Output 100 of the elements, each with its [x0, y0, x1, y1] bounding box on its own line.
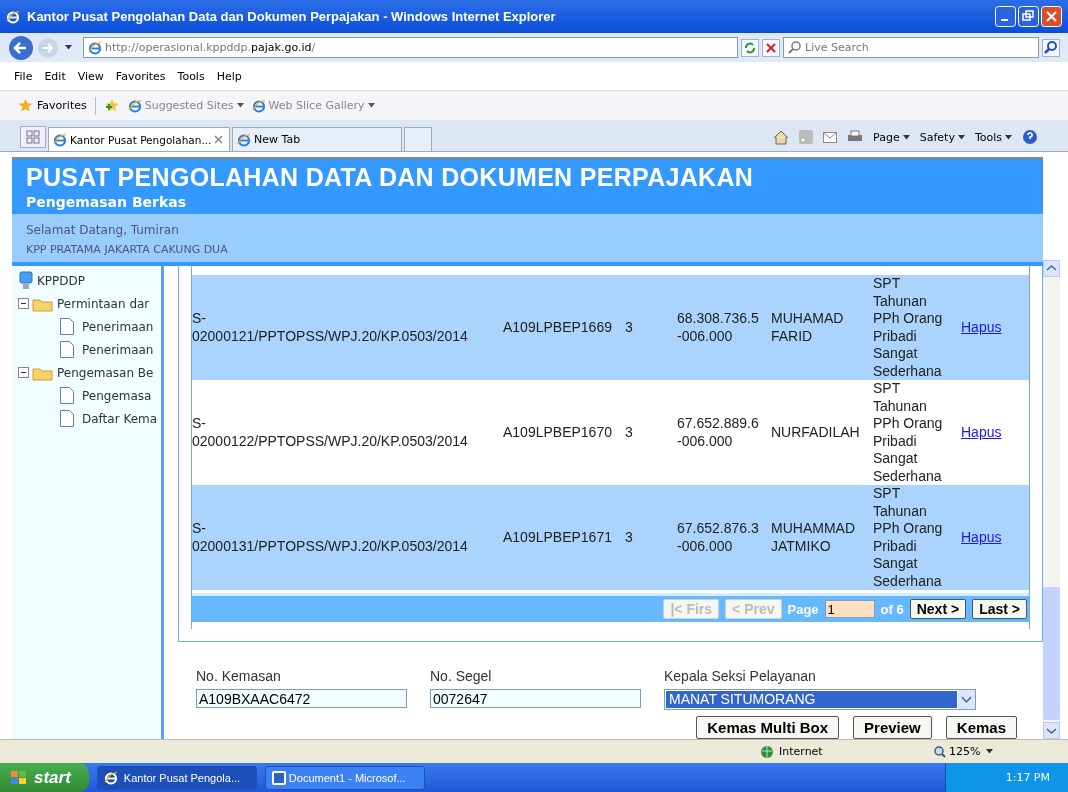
menu-item[interactable]: Edit — [40, 69, 74, 83]
browser-icon — [103, 770, 118, 785]
security-zone: Internet — [779, 745, 824, 758]
caret-icon — [367, 103, 375, 108]
caret-icon — [1005, 134, 1012, 140]
browser-icon — [251, 98, 266, 113]
address-field[interactable]: http://operasional.kppddp.pajak.go.id/ — [83, 37, 738, 58]
field-label: Kepala Seksi Pelayanan — [664, 668, 817, 684]
quick-tabs-button[interactable] — [20, 126, 46, 148]
tree-item[interactable]: Penerimaan — [82, 342, 154, 357]
menu-item[interactable]: Favorites — [111, 69, 174, 83]
office-name: KPP PRATAMA JAKARTA CAKUNG DUA — [26, 242, 229, 258]
table-cell-text: NURFADILAH — [771, 423, 861, 442]
add-favorite-icon[interactable] — [103, 98, 120, 113]
close-icon[interactable] — [214, 135, 223, 144]
browser-tab[interactable]: New Tab — [232, 127, 402, 151]
table-cell-text: 3 — [625, 528, 634, 547]
browser-icon — [6, 9, 20, 24]
table-cell-text: SPT Tahunan PPh Orang Pribadi Sangat Sederhana — [873, 275, 944, 380]
table-cell-text: A109LPBEP1670 — [502, 423, 613, 442]
collapse-icon[interactable] — [18, 298, 29, 309]
menu-item[interactable]: Tools — [173, 69, 213, 83]
input-field[interactable]: 0072647 — [430, 689, 641, 708]
welcome-text: Selamat Datang, Tumiran — [26, 222, 180, 239]
delete-link[interactable]: Hapus — [961, 528, 1002, 547]
mail-icon[interactable] — [823, 131, 838, 143]
scroll-up-icon[interactable] — [1043, 260, 1060, 277]
favorites-button[interactable]: Favorites — [18, 98, 87, 113]
delete-link[interactable]: Hapus — [961, 318, 1002, 337]
tree-item[interactable]: Permintaan dar — [57, 296, 150, 311]
zoom-icon — [934, 745, 946, 758]
collapse-icon[interactable] — [18, 367, 29, 378]
tree-item[interactable]: Pengemasa — [82, 388, 152, 403]
browser-icon — [53, 132, 67, 147]
menu-item[interactable]: Help — [212, 69, 250, 83]
browser-icon — [237, 132, 251, 147]
delete-link[interactable]: Hapus — [961, 423, 1002, 442]
table-cell-text: MUHAMAD FARID — [771, 310, 845, 345]
caret-icon — [986, 749, 994, 754]
table-cell-text: SPT Tahunan PPh Orang Pribadi Sangat Sederhana — [873, 380, 944, 485]
table-cell-text: 3 — [625, 423, 634, 442]
field-label: No. Kemasan — [196, 668, 282, 684]
field-label: No. Segel — [430, 668, 493, 684]
tree-item[interactable]: Penerimaan — [82, 319, 154, 334]
stop-button[interactable] — [762, 38, 780, 57]
tree-item[interactable]: Pengemasan Be — [57, 365, 154, 380]
browser-tab[interactable]: Kantor Pusat Pengolahan... — [48, 127, 230, 151]
command-menu[interactable]: Tools — [974, 130, 1012, 144]
scroll-down-icon[interactable] — [1043, 722, 1060, 739]
help-icon[interactable] — [1022, 129, 1038, 145]
action-button[interactable]: Kemas Multi Box — [696, 716, 840, 739]
taskbar-button[interactable]: Document1 - Microsof... — [264, 765, 425, 790]
menu-item[interactable]: View — [73, 69, 112, 83]
restore-button[interactable] — [1018, 6, 1039, 27]
next-button[interactable]: Next > — [909, 599, 967, 619]
refresh-button[interactable] — [741, 38, 759, 57]
menu-item[interactable]: File — [10, 69, 41, 83]
command-menu[interactable]: Safety — [919, 130, 965, 144]
page-field[interactable]: 1 — [824, 600, 875, 618]
scrollbar[interactable] — [1043, 260, 1060, 739]
document-icon — [60, 341, 74, 358]
page-label: Page — [787, 601, 819, 617]
star-icon — [18, 98, 33, 113]
clock: 1:17 PM — [1005, 771, 1050, 784]
search-button[interactable] — [1042, 38, 1060, 57]
site-title: PUSAT PENGOLAHAN DATA DAN DOKUMEN PERPAJAKAN — [26, 163, 755, 192]
page-subtitle: Pengemasan Berkas — [26, 194, 188, 210]
close-button[interactable] — [1041, 6, 1062, 27]
caret-icon — [65, 45, 72, 50]
globe-icon — [760, 744, 774, 759]
tree-item[interactable]: KPPDDP — [37, 273, 86, 288]
computer-icon — [18, 270, 34, 291]
caret-icon — [902, 134, 910, 140]
tree-item[interactable]: Daftar Kema — [82, 411, 158, 426]
table-cell-text: 3 — [625, 318, 634, 337]
home-icon[interactable] — [773, 129, 790, 145]
back-button[interactable] — [8, 34, 34, 61]
last-button[interactable]: Last > — [972, 599, 1027, 619]
window-title: Kantor Pusat Pengolahan Data dan Dokumen Perpajakan - Windows Internet Explorer — [27, 9, 557, 24]
taskbar-button[interactable]: Kantor Pusat Pengola... — [96, 765, 257, 790]
command-menu[interactable]: Page — [873, 130, 910, 144]
zoom-level[interactable]: 125% — [934, 745, 994, 758]
input-field[interactable]: A109BXAAC6472 — [196, 689, 407, 708]
table-cell-text: A109LPBEP1671 — [502, 528, 613, 547]
table-cell-text: S-02000131/PPTOPSS/WPJ.20/KP.0503/2014 — [192, 520, 469, 555]
caret-icon — [957, 134, 965, 140]
action-button[interactable]: Kemas — [945, 716, 1017, 739]
search-icon — [788, 41, 801, 54]
document-app-icon — [271, 770, 286, 785]
table-cell-text: 67.652.876.3-006.000 — [676, 520, 760, 555]
page-count: of 6 — [880, 601, 904, 617]
document-icon — [60, 410, 74, 427]
search-field[interactable]: Live Search — [783, 37, 1039, 58]
minimize-button[interactable] — [995, 6, 1016, 27]
action-button[interactable]: Preview — [853, 716, 932, 739]
table-cell-text: SPT Tahunan PPh Orang Pribadi Sangat Sederhana — [873, 485, 944, 590]
table-cell-text: S-02000121/PPTOPSS/WPJ.20/KP.0503/2014 — [192, 310, 469, 345]
print-icon[interactable] — [847, 130, 864, 144]
dropdown[interactable]: MANAT SITUMORANG — [664, 689, 976, 710]
table-cell-text: 68.308.736.5-006.000 — [676, 310, 760, 345]
